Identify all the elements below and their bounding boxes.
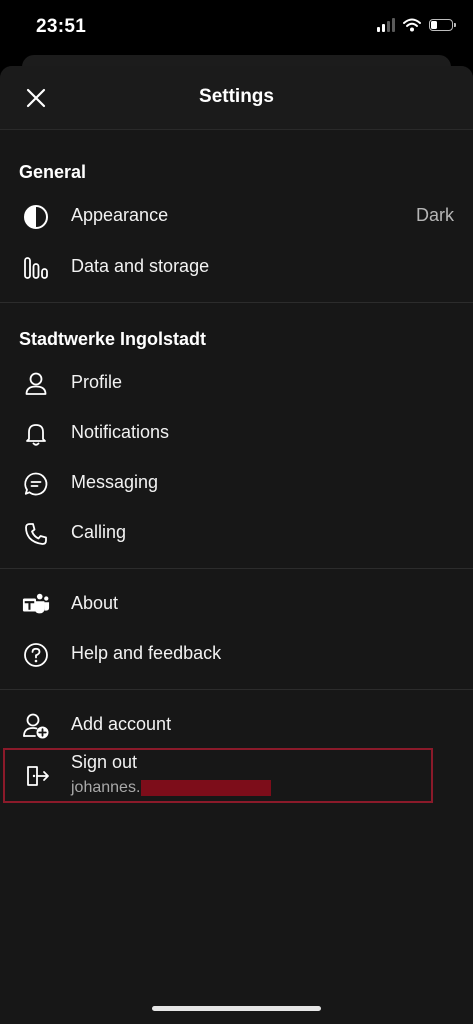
question-icon xyxy=(22,641,50,669)
bell-icon xyxy=(22,420,50,448)
sign-out-label: Sign out xyxy=(71,752,138,772)
redaction-block xyxy=(141,780,272,796)
teams-logo-icon xyxy=(22,591,50,619)
settings-item-messaging[interactable]: Messaging xyxy=(0,458,473,508)
battery-icon xyxy=(429,19,456,31)
settings-item-label: About xyxy=(71,593,119,613)
sign-out-icon xyxy=(24,762,52,790)
profile-icon xyxy=(22,370,50,398)
settings-item-about[interactable]: About xyxy=(0,579,473,629)
signed-in-account: johannes. xyxy=(71,779,272,797)
settings-item-data-storage[interactable]: Data and storage xyxy=(0,242,473,292)
settings-item-label: Data and storage xyxy=(71,256,210,276)
add-account-button[interactable]: Add account xyxy=(0,700,473,750)
add-person-icon xyxy=(22,712,50,740)
status-time: 23:51 xyxy=(36,16,87,37)
settings-item-profile[interactable]: Profile xyxy=(0,358,473,408)
section-heading-organization: Stadtwerke Ingolstadt xyxy=(19,329,207,349)
appearance-icon xyxy=(22,203,50,231)
settings-item-label: Calling xyxy=(71,522,127,542)
settings-item-label: Help and feedback xyxy=(71,643,222,663)
data-storage-icon xyxy=(22,254,50,282)
page-title: Settings xyxy=(199,86,274,107)
settings-item-label: Appearance xyxy=(71,205,169,225)
section-heading-general: General xyxy=(19,162,87,182)
wifi-icon xyxy=(403,18,421,32)
home-indicator xyxy=(152,1006,321,1011)
chat-bubble-icon xyxy=(22,470,50,498)
settings-item-label: Notifications xyxy=(71,422,170,442)
settings-sheet: Settings General Appearance Dark Data an… xyxy=(0,66,473,1024)
add-account-label: Add account xyxy=(71,714,172,734)
settings-item-help-feedback[interactable]: Help and feedback xyxy=(0,629,473,679)
divider xyxy=(0,302,473,303)
sign-out-button[interactable]: Sign out johannes. xyxy=(3,748,433,803)
account-name: johannes. xyxy=(71,779,141,796)
status-icons xyxy=(377,18,456,32)
appearance-value: Dark xyxy=(415,205,454,225)
divider xyxy=(0,689,473,690)
settings-item-notifications[interactable]: Notifications xyxy=(0,408,473,458)
phone-icon xyxy=(22,520,50,548)
cellular-signal-icon xyxy=(377,18,395,32)
status-bar: 23:51 xyxy=(0,0,473,56)
settings-item-label: Profile xyxy=(71,372,123,392)
settings-item-label: Messaging xyxy=(71,472,159,492)
settings-item-calling[interactable]: Calling xyxy=(0,508,473,558)
sheet-header: Settings xyxy=(0,66,473,130)
divider xyxy=(0,568,473,569)
settings-item-appearance[interactable]: Appearance Dark xyxy=(0,191,473,241)
